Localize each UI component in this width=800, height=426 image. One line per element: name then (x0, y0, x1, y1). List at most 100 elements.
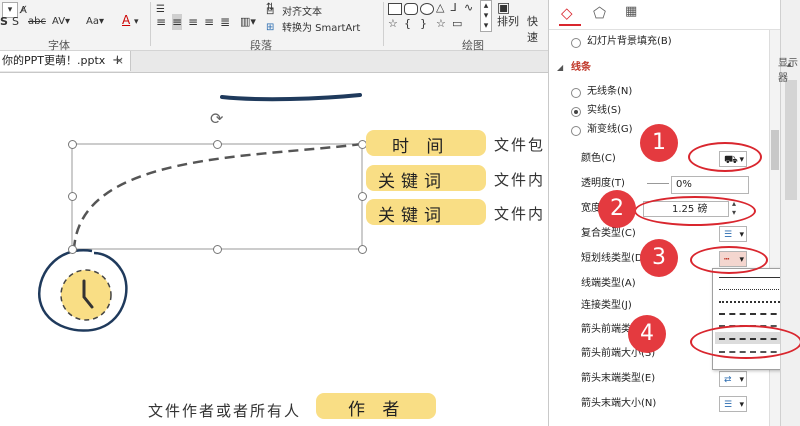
align-text-button[interactable]: 对齐文本 (282, 5, 322, 21)
cap-type-label: 线端类型(A) (581, 278, 636, 289)
dashed-connector-line[interactable] (72, 142, 363, 250)
add-tab-button[interactable]: + (112, 53, 123, 68)
slide-canvas[interactable]: ⟳ 时 间 文件包 关键词 文件内 关键词 文件内 文件作者或者所有人 作 者 (0, 73, 548, 426)
resize-handle[interactable] (358, 192, 367, 201)
radio[interactable] (571, 38, 581, 48)
dash-option-square-dot[interactable] (719, 301, 787, 303)
document-tab-bar: 你的PPT更萌！.pptx × + (0, 51, 548, 73)
shapes-gallery-more-button[interactable]: ▴ ▾ ▾ (480, 0, 492, 32)
distribute-icon[interactable]: ≣ (220, 14, 230, 30)
compound-type-dropdown[interactable]: ☰ ▾ (719, 226, 747, 242)
step-badge-2: 2 (598, 190, 636, 228)
effects-icon[interactable]: ⬠ (593, 4, 606, 22)
shape-brace-icon[interactable]: { (404, 16, 411, 32)
compound-lines-icon: ☰ (724, 230, 733, 240)
scrollbar-thumb[interactable] (785, 80, 797, 200)
shape-curve-icon[interactable]: ∿ (464, 0, 473, 16)
divider (549, 29, 781, 30)
annotation-ring (690, 325, 800, 359)
strikethrough-icon[interactable]: abc (28, 14, 46, 30)
transparency-slider[interactable] (647, 183, 669, 184)
radio[interactable] (571, 126, 581, 136)
align-text-icon[interactable]: ⊟ (266, 4, 274, 20)
resize-handle[interactable] (68, 192, 77, 201)
option-label: 渐变线(G) (587, 124, 633, 135)
radio[interactable] (571, 88, 581, 98)
pane-header: ◇ ⬠ ▦ (549, 0, 781, 28)
radio-selected[interactable] (571, 107, 581, 117)
no-line-option[interactable]: 无线条(N) (549, 82, 781, 102)
option-label: 幻灯片背景填充(B) (587, 36, 672, 47)
quick-styles-button[interactable]: 快速 (527, 14, 548, 44)
resize-handle[interactable] (358, 245, 367, 254)
shape-triangle-icon[interactable]: △ (436, 0, 444, 16)
fill-line-icon[interactable]: ◇ (561, 4, 573, 22)
arrow-size-icon: ☰ (724, 400, 733, 410)
solid-line-option[interactable]: 实线(S) (549, 101, 781, 121)
shape-star5-icon[interactable]: ☆ (436, 16, 446, 32)
ribbon: ▾ A̸ S S abc AV▾ Aa▾ A ▾ 字体 ☰ ≡ ≡ ≡ ≡ ≣ … (0, 0, 548, 52)
columns-icon[interactable]: ▥▾ (240, 14, 256, 30)
annotation-ring (690, 246, 768, 274)
resize-handle[interactable] (213, 245, 222, 254)
step-badge-1: 1 (640, 124, 678, 162)
step-badge-4: 4 (628, 315, 666, 353)
align-center-icon[interactable]: ≡ (172, 14, 183, 30)
bold-icon[interactable]: S (0, 14, 8, 30)
arrow-end-size-dropdown[interactable]: ☰ ▾ (719, 396, 747, 412)
chevron-down-icon[interactable]: ▾ (134, 14, 139, 30)
resize-handle[interactable] (68, 140, 77, 149)
justify-icon[interactable]: ≡ (204, 14, 214, 30)
arrange-button[interactable]: 排列 (497, 14, 519, 30)
dash-option-solid[interactable] (719, 277, 787, 278)
option-label: 无线条(N) (587, 86, 633, 97)
color-label: 颜色(C) (581, 153, 616, 164)
char-spacing-icon[interactable]: AV▾ (52, 14, 70, 30)
font-color-icon[interactable]: A (122, 12, 130, 28)
shape-rect-icon[interactable] (388, 3, 402, 15)
pane-scrollbar-thumb[interactable] (771, 130, 779, 170)
resize-handle[interactable] (213, 140, 222, 149)
clear-format-icon[interactable]: A̸ (20, 3, 27, 19)
line-section-header[interactable]: ◢ 线条 (549, 58, 781, 78)
author-description: 文件作者或者所有人 (148, 402, 302, 420)
dash-type-label: 短划线类型(D) (581, 253, 647, 264)
shape-callout-icon[interactable]: ▭ (452, 16, 462, 32)
convert-smartart-button[interactable]: 转换为 SmartArt (282, 21, 360, 37)
divider (150, 2, 151, 46)
arrow-end-type-dropdown[interactable]: ⇄ ▾ (719, 371, 747, 387)
smartart-icon[interactable]: ⊞ (266, 20, 274, 36)
shadow-icon[interactable]: S (12, 14, 19, 30)
highlight-label-time: 时 间 (392, 137, 450, 157)
expand-triangle-icon[interactable]: ◢ (557, 58, 563, 78)
clock-icon (60, 269, 112, 321)
shape-rounded-rect-icon[interactable] (404, 3, 418, 15)
shape-line-icon[interactable]: ᒧ (450, 0, 457, 16)
annotation-ring (634, 196, 756, 226)
shape-star-icon[interactable]: ☆ (388, 16, 398, 32)
align-left-icon[interactable]: ≡ (156, 14, 166, 30)
slide-graphics (37, 93, 363, 332)
arrow-end-size-label: 箭头末端大小(N) (581, 398, 657, 409)
active-tab-indicator (559, 24, 581, 26)
highlight-label-keyword: 关键词 (378, 206, 447, 226)
change-case-icon[interactable]: Aa▾ (86, 14, 104, 30)
shape-oval-icon[interactable] (420, 3, 434, 15)
section-title: 线条 (571, 62, 591, 73)
slide-bg-fill-option[interactable]: 幻灯片背景填充(B) (549, 32, 781, 52)
shape-brace-right-icon[interactable]: } (420, 16, 427, 32)
align-right-icon[interactable]: ≡ (188, 14, 198, 30)
option-label: 实线(S) (587, 105, 622, 116)
document-tab-label: 你的PPT更萌！.pptx (2, 54, 106, 67)
arrow-icon: ⇄ (724, 375, 732, 385)
resize-handle[interactable] (68, 245, 77, 254)
divider (383, 2, 384, 46)
dash-option-round-dot[interactable] (719, 289, 787, 290)
step-badge-3: 3 (640, 239, 678, 277)
decorative-stroke (220, 93, 362, 102)
size-properties-icon[interactable]: ▦ (625, 4, 637, 19)
dash-option-dash[interactable] (719, 313, 787, 315)
annotation-ring (688, 142, 762, 172)
rotate-handle-icon[interactable]: ⟳ (210, 109, 223, 128)
transparency-input[interactable]: 0% (671, 176, 749, 194)
